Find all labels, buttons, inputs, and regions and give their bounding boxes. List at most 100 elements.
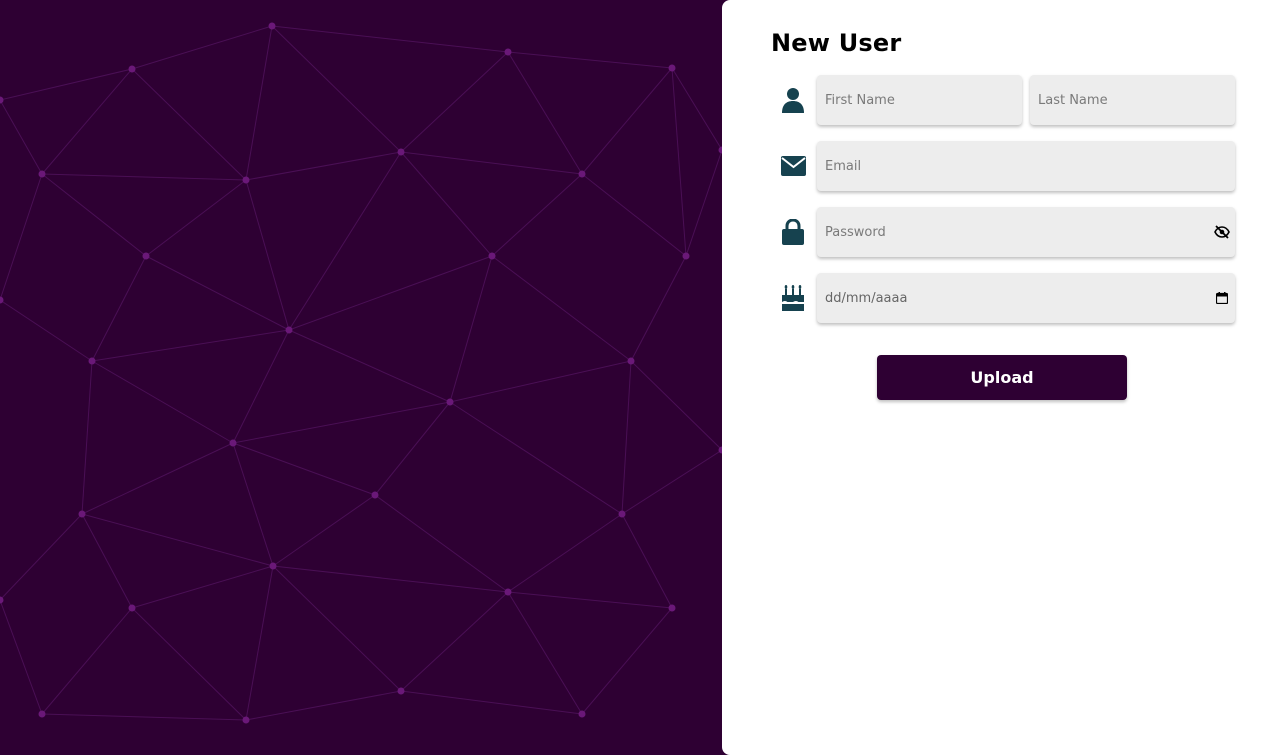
pattern-line [232,442,274,567]
pattern-dot [142,252,150,260]
pattern-line [41,173,147,257]
pattern-line [0,99,43,175]
pattern-line [81,360,93,515]
pattern-line [507,51,583,175]
pattern-line [131,68,247,181]
pattern-line [41,173,247,181]
pattern-line [145,255,290,331]
user-icon [778,85,808,115]
upload-button[interactable]: Upload [877,355,1127,400]
pattern-line [449,401,623,515]
pattern-line [271,25,402,153]
pattern-line [0,299,93,362]
pattern-line [81,513,274,567]
pattern-line [272,565,509,593]
pattern-dot [397,148,405,156]
pattern-line [41,713,247,721]
pattern-line [81,513,133,609]
calendar-icon[interactable] [1213,289,1231,307]
pattern-line [507,51,673,69]
pattern-dot [627,357,635,365]
pattern-line [91,329,290,362]
form-title: New User [771,29,902,57]
pattern-line [621,513,673,609]
email-field[interactable] [817,141,1235,191]
pattern-line [400,690,583,715]
pattern-line [131,607,247,721]
pattern-line [232,401,451,444]
pattern-dot [38,710,46,718]
pattern-dot [88,357,96,365]
pattern-dot [578,710,586,718]
pattern-line [272,565,402,692]
eye-slash-icon[interactable] [1213,223,1231,241]
pattern-line [0,68,133,101]
pattern-dot [242,716,250,724]
pattern-line [400,151,583,175]
pattern-dot [668,64,676,72]
pattern-line [245,25,273,181]
pattern-line [245,690,402,721]
pattern-dot [446,398,454,406]
pattern-dot [38,170,46,178]
pattern-line [0,513,83,601]
birthdate-input[interactable]: dd/mm/aaaa [817,291,1235,306]
pattern-line [0,599,43,715]
pattern-line [81,442,234,515]
pattern-line [685,149,722,257]
pattern-dot [128,65,136,73]
pattern-line [671,67,722,151]
pattern-line [400,151,493,257]
pattern-dot [397,687,405,695]
email-input[interactable] [817,141,1235,191]
pattern-line [671,67,687,257]
pattern-line [145,179,247,257]
pattern-dot [229,439,237,447]
pattern-line [245,179,290,331]
pattern-line [374,401,451,496]
new-user-panel: New User First Name Last Name Email dd/m… [722,0,1282,755]
pattern-dot [269,562,277,570]
pattern-line [491,255,632,362]
pattern-line [621,360,632,515]
birthdate-field[interactable]: dd/mm/aaaa [817,273,1235,323]
pattern-line [131,25,273,70]
password-input[interactable] [817,207,1235,257]
pattern-line [507,513,623,593]
pattern-dot [682,252,690,260]
pattern-line [272,494,376,567]
pattern-line [507,591,583,715]
pattern-line [91,255,147,362]
pattern-line [630,255,687,362]
last-name-input[interactable] [1030,75,1235,125]
first-name-field[interactable] [817,75,1022,125]
envelope-icon [778,151,808,181]
pattern-line [630,360,722,451]
pattern-line [491,173,583,257]
pattern-line [449,255,493,403]
pattern-dot [488,252,496,260]
pattern-line [581,67,673,175]
pattern-line [232,329,290,444]
pattern-line [232,442,376,496]
lock-icon [778,217,808,247]
pattern-line [41,607,133,715]
pattern-line [507,591,673,609]
pattern-line [374,494,509,593]
pattern-line [0,173,43,301]
pattern-dot [285,326,293,334]
pattern-dot [504,588,512,596]
pattern-dot [128,604,136,612]
pattern-line [245,565,274,721]
pattern-line [621,449,722,515]
pattern-line [288,151,402,331]
password-field[interactable] [817,207,1235,257]
pattern-line [41,68,133,175]
pattern-line [91,360,234,444]
pattern-line [245,151,402,181]
first-name-input[interactable] [817,75,1022,125]
network-pattern [0,22,722,724]
last-name-field[interactable] [1030,75,1235,125]
pattern-dot [371,491,379,499]
pattern-line [288,329,451,403]
